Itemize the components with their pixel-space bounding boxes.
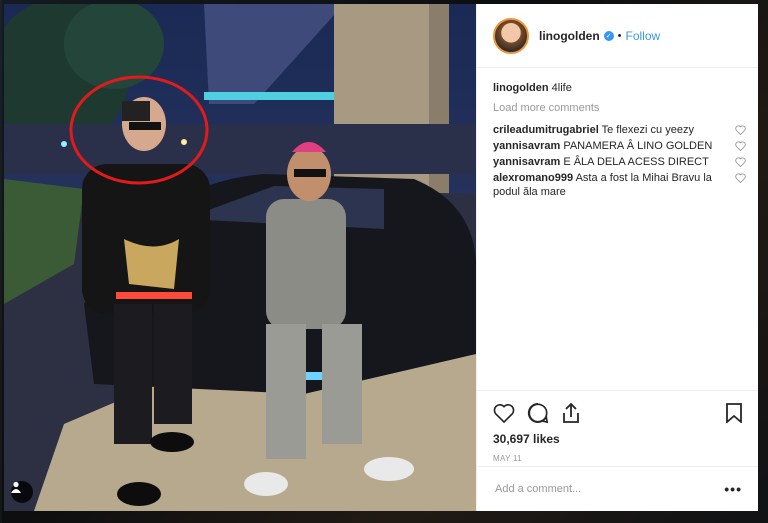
caption-text: 4life [551, 82, 572, 94]
user-tag-icon [11, 481, 21, 493]
add-comment-bar: ••• [477, 466, 758, 511]
caption: linogolden 4life [493, 82, 746, 94]
post-details-panel: linogolden ✓ • Follow linogolden 4life L… [476, 4, 758, 511]
load-more-comments-button[interactable]: Load more comments [493, 102, 746, 114]
comment-icon[interactable] [527, 402, 549, 424]
likes-count[interactable]: 30,697 likes [493, 432, 742, 446]
user-tag-button[interactable] [11, 481, 33, 503]
comment-text: E ÂLA DELA ACESS DIRECT [563, 156, 709, 168]
bookmark-icon[interactable] [726, 403, 742, 423]
comments-section: linogolden 4life Load more comments cril… [477, 68, 758, 199]
heart-icon[interactable] [735, 125, 746, 135]
action-icons [493, 391, 742, 435]
post-actions: 30,697 likes MAY 11 [477, 390, 758, 463]
comment-item: crileadumitrugabriel Te flexezi cu yeezy [493, 123, 746, 137]
comment-item: yannisavram PANAMERA Â LINO GOLDEN [493, 139, 746, 153]
comment-username[interactable]: crileadumitrugabriel [493, 124, 599, 136]
share-icon[interactable] [561, 402, 581, 424]
verified-badge-icon: ✓ [603, 30, 614, 41]
post-header: linogolden ✓ • Follow [477, 4, 758, 68]
comment-text: PANAMERA Â LINO GOLDEN [563, 140, 713, 152]
follow-separator: • [617, 29, 622, 42]
comment-username[interactable]: yannisavram [493, 156, 560, 168]
heart-icon[interactable] [735, 173, 746, 183]
comment-username[interactable]: yannisavram [493, 140, 560, 152]
more-options-icon[interactable]: ••• [724, 481, 742, 497]
post-photo[interactable] [4, 4, 476, 511]
caption-username[interactable]: linogolden [493, 82, 549, 94]
post-date[interactable]: MAY 11 [493, 454, 742, 463]
comment-username[interactable]: alexromano999 [493, 172, 573, 184]
comment-item: yannisavram E ÂLA DELA ACESS DIRECT [493, 155, 746, 169]
heart-icon[interactable] [735, 141, 746, 151]
avatar[interactable] [493, 17, 529, 54]
follow-button[interactable]: Follow [626, 29, 661, 43]
comment-item: alexromano999 Asta a fost la Mihai Bravu… [493, 171, 746, 199]
heart-icon[interactable] [735, 157, 746, 167]
like-heart-icon[interactable] [493, 403, 515, 423]
add-comment-input[interactable] [493, 482, 725, 496]
photo-illustration [4, 4, 476, 511]
comment-text: Te flexezi cu yeezy [601, 124, 694, 136]
post-modal: linogolden ✓ • Follow linogolden 4life L… [4, 4, 758, 511]
username-link[interactable]: linogolden [539, 29, 600, 43]
